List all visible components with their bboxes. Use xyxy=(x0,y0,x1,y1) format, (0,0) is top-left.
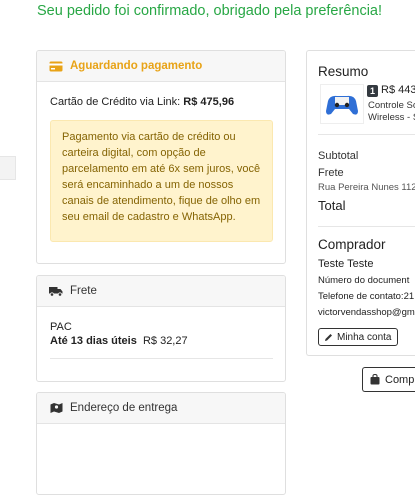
shipping-card-header: Frete xyxy=(37,276,285,307)
payment-notice: Pagamento via cartão de crédito ou carte… xyxy=(50,120,273,242)
pen-icon xyxy=(324,333,333,342)
buy-button[interactable]: Comp xyxy=(362,367,415,392)
subtotal-label: Subtotal xyxy=(318,150,359,162)
buyer-name: Teste Teste xyxy=(318,258,374,270)
map-marker-icon xyxy=(49,402,63,414)
shipping-details: PAC Até 13 dias úteis R$ 32,27 xyxy=(50,320,188,348)
shipping-eta: Até 13 dias úteis xyxy=(50,335,137,347)
buy-button-label: Comp xyxy=(385,373,415,386)
shipping-card: Frete PAC Até 13 dias úteis R$ 32,27 xyxy=(36,275,286,382)
side-tab[interactable] xyxy=(0,156,16,180)
total-label: Total xyxy=(318,198,346,213)
order-summary: Resumo 1 R$ 443, Controle Sc Wireless - … xyxy=(306,50,415,356)
item-name: Controle Sc Wireless - S xyxy=(368,100,415,124)
item-name-line2: Wireless - S xyxy=(368,112,415,123)
shipping-eta-row: Até 13 dias úteis R$ 32,27 xyxy=(50,334,188,348)
shipping-cost: R$ 32,27 xyxy=(142,335,188,347)
summary-title: Resumo xyxy=(318,64,369,79)
summary-divider xyxy=(318,134,415,135)
buyer-email: victorvendasshop@gm xyxy=(318,307,415,318)
item-price: R$ 443, xyxy=(381,84,415,96)
shipping-divider xyxy=(50,358,273,359)
payment-method-line: Cartão de Crédito via Link: R$ 475,96 xyxy=(50,96,234,108)
credit-card-icon xyxy=(49,60,63,72)
shipping-title: Frete xyxy=(70,285,97,297)
address-title: Endereço de entrega xyxy=(70,402,178,414)
my-account-button[interactable]: Minha conta xyxy=(318,328,398,346)
buyer-document: Número do document xyxy=(318,275,410,286)
my-account-label: Minha conta xyxy=(337,331,392,343)
confirmation-headline: Seu pedido foi confirmado, obrigado pela… xyxy=(37,3,383,19)
address-card: Endereço de entrega xyxy=(36,392,286,495)
item-name-line1: Controle Sc xyxy=(368,100,415,111)
buyer-title: Comprador xyxy=(318,237,386,252)
buyer-phone: Telefone de contato:21 xyxy=(318,291,415,302)
payment-status: Aguardando pagamento xyxy=(70,60,203,72)
payment-card: Aguardando pagamento Cartão de Crédito v… xyxy=(36,50,286,264)
summary-divider-2 xyxy=(318,226,415,227)
payment-card-header: Aguardando pagamento xyxy=(37,51,285,82)
item-quantity-badge: 1 xyxy=(367,85,378,97)
shipping-method: PAC xyxy=(50,321,72,333)
product-image xyxy=(320,84,364,124)
shopping-bag-icon xyxy=(370,374,380,385)
payment-amount: R$ 475,96 xyxy=(183,96,235,108)
frete-label: Frete xyxy=(318,167,344,179)
payment-method-label: Cartão de Crédito via Link: xyxy=(50,96,181,108)
summary-address: Rua Pereira Nunes 112 xyxy=(318,182,415,193)
truck-icon xyxy=(49,285,63,297)
address-card-header: Endereço de entrega xyxy=(37,393,285,424)
